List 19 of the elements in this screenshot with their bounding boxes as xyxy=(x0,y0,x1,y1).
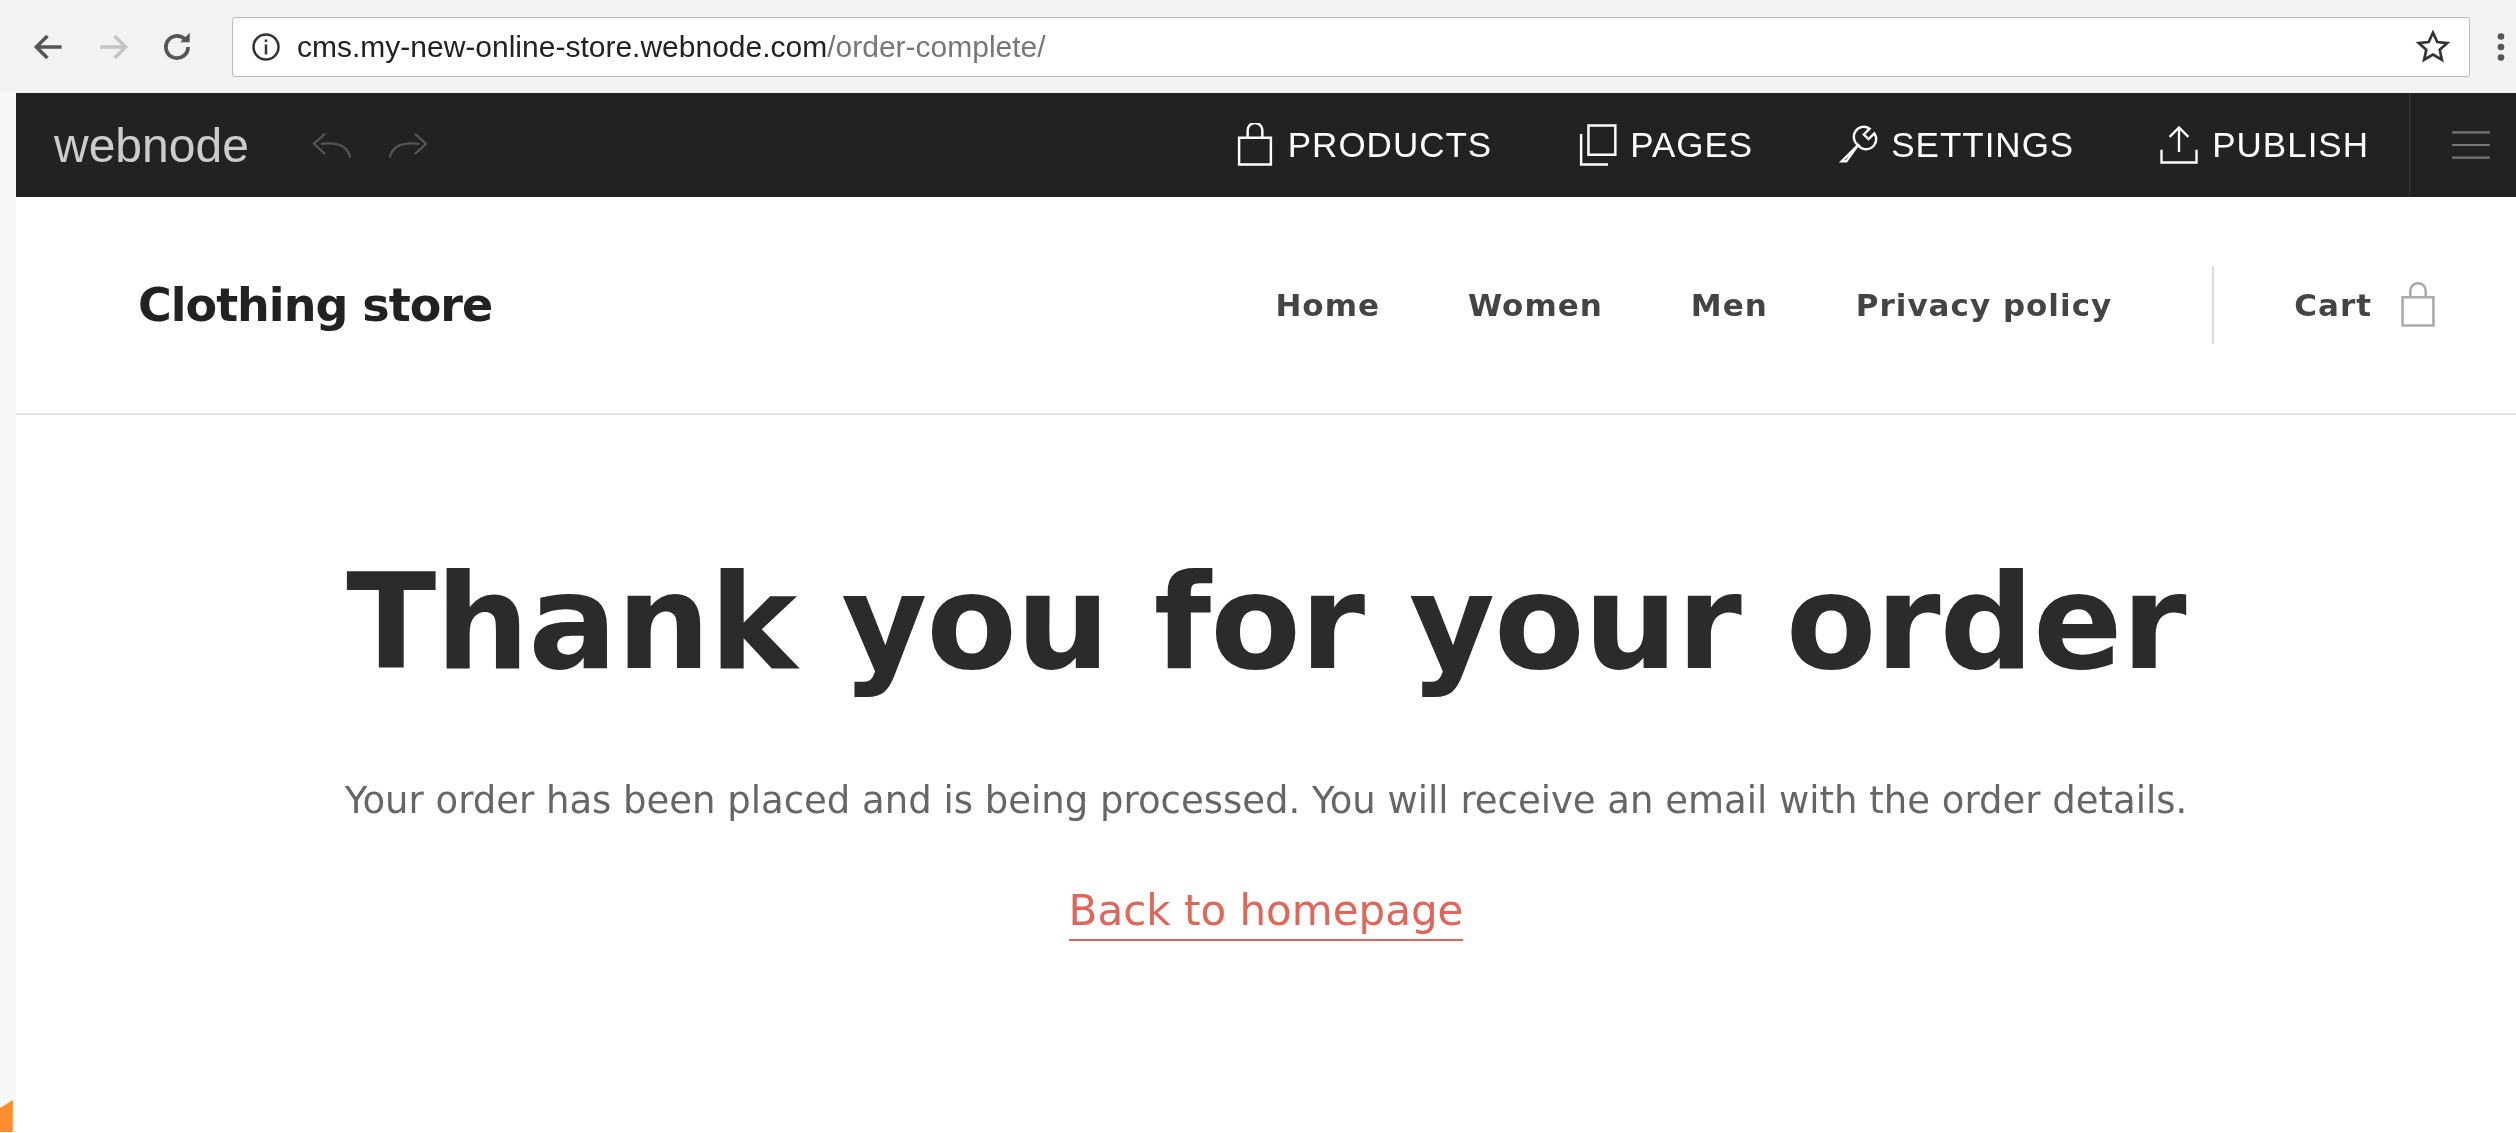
publish-button[interactable]: PUBLISH xyxy=(2158,123,2369,167)
address-bar[interactable]: cms.my-new-online-store.webnode.com/order-complete/ xyxy=(232,16,2470,77)
cart-link[interactable]: Cart xyxy=(2294,287,2372,323)
nav-link[interactable]: Home xyxy=(1275,287,1380,323)
heading: Thank you for your order xyxy=(346,545,2186,699)
nav-link[interactable]: Men xyxy=(1690,287,1768,323)
star-icon[interactable] xyxy=(2415,28,2451,65)
upload-icon xyxy=(2158,123,2201,167)
site-title[interactable]: Clothing store xyxy=(138,278,493,332)
pages-button[interactable]: PAGES xyxy=(1576,123,1754,167)
products-button[interactable]: PRODUCTS xyxy=(1233,123,1493,167)
menu-icon[interactable] xyxy=(2450,129,2492,161)
nav-link[interactable]: Women xyxy=(1468,287,1603,323)
settings-button[interactable]: SETTINGS xyxy=(1837,123,2075,167)
logo[interactable]: webnode xyxy=(54,117,249,173)
info-icon[interactable] xyxy=(251,31,281,62)
url-text: cms.my-new-online-store.webnode.com/order-complete/ xyxy=(297,29,1047,64)
confirmation-message: Your order has been placed and is being processed. You will receive an email with the order details. xyxy=(344,779,2188,822)
nav-link[interactable]: Privacy policy xyxy=(1855,287,2113,323)
